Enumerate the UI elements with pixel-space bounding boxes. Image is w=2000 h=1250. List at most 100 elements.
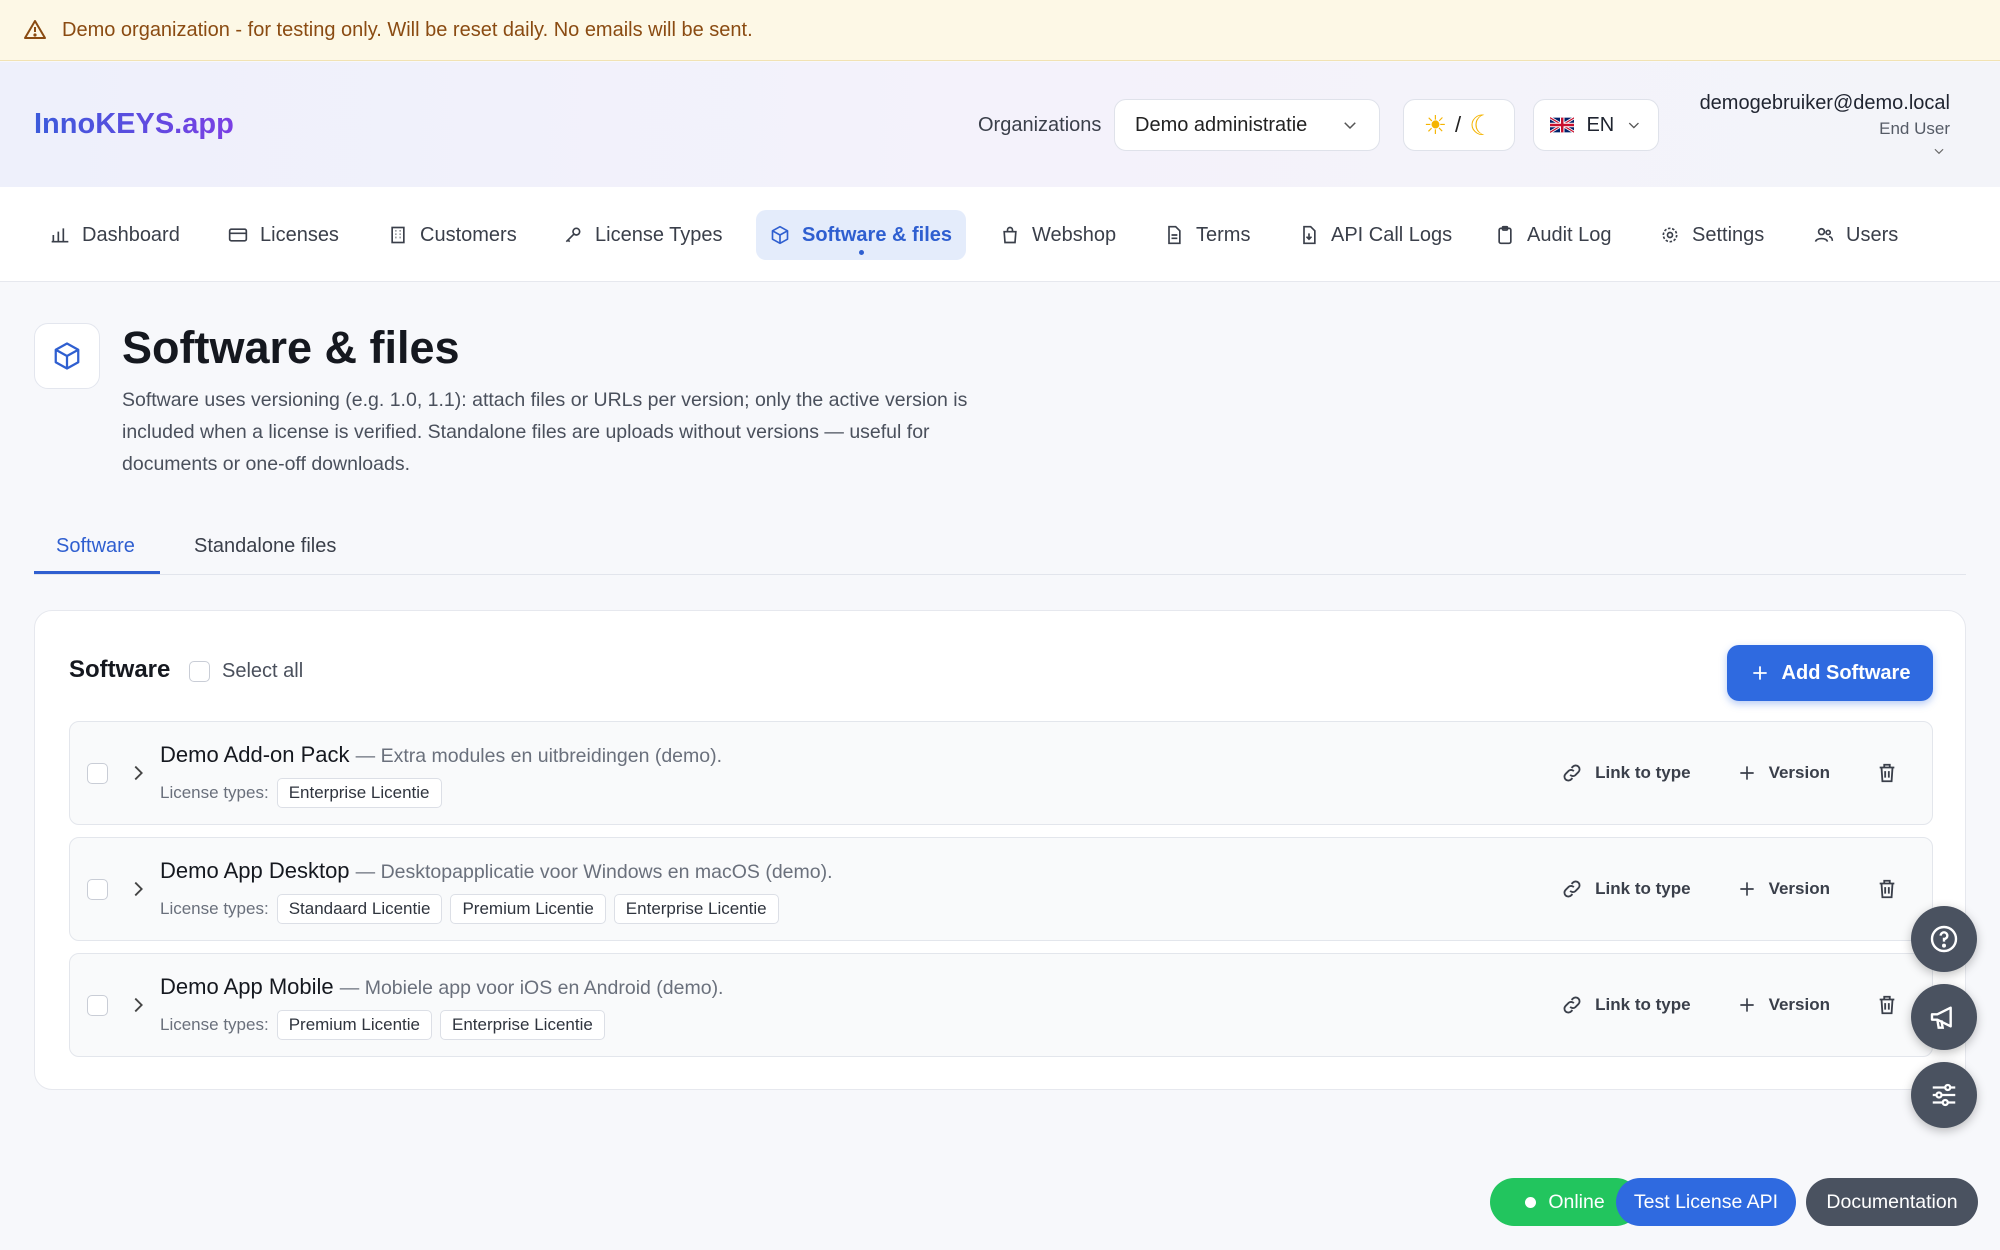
delete-button[interactable] <box>1876 878 1898 900</box>
trash-icon <box>1879 879 1895 899</box>
add-version-button[interactable]: Version <box>1737 763 1830 783</box>
language-value: EN <box>1586 113 1615 136</box>
shopping-bag-icon <box>1003 226 1017 244</box>
delete-button[interactable] <box>1876 762 1898 784</box>
add-software-button[interactable]: Add Software <box>1727 645 1933 701</box>
top-header: InnoKEYS.app Organizations Demo administ… <box>0 62 2000 187</box>
trash-icon <box>1879 763 1895 783</box>
license-type-chip: Standaard Licentie <box>276 894 443 924</box>
nav-users[interactable]: Users <box>1800 210 1912 260</box>
warning-triangle-icon <box>24 20 46 39</box>
nav-label: API Call Logs <box>1331 223 1453 246</box>
add-version-button[interactable]: Version <box>1737 879 1830 899</box>
plus-icon <box>1739 882 1754 896</box>
user-email[interactable]: demogebruiker@demo.local <box>1700 92 1950 115</box>
select-all[interactable]: Select all <box>189 660 303 683</box>
nav-label: Dashboard <box>82 223 180 246</box>
license-types: License types: Standaard Licentie Premiu… <box>160 894 779 924</box>
active-tab-underline <box>34 571 160 574</box>
row-checkbox[interactable] <box>87 879 108 900</box>
tab-software[interactable]: Software <box>56 535 135 558</box>
user-menu-chevron-icon[interactable] <box>1932 144 1946 158</box>
add-version-button[interactable]: Version <box>1737 995 1830 1015</box>
nav-webshop[interactable]: Webshop <box>986 210 1130 260</box>
link-to-type-button[interactable]: Link to type <box>1561 878 1691 900</box>
gear-icon <box>1662 227 1678 243</box>
announcements-button[interactable] <box>1911 984 1977 1050</box>
license-type-chip: Enterprise Licentie <box>276 778 442 808</box>
license-type-chip: Enterprise Licentie <box>613 894 779 924</box>
software-name-line: Demo Add-on Pack — Extra modules en uitb… <box>160 742 722 768</box>
test-license-api-button[interactable]: Test License API <box>1616 1178 1796 1226</box>
nav-label: Webshop <box>1032 223 1117 246</box>
software-name[interactable]: Demo App Mobile <box>160 974 334 999</box>
help-button[interactable] <box>1911 906 1977 972</box>
nav-label: Users <box>1846 223 1899 246</box>
nav-licenses[interactable]: Licenses <box>214 210 353 260</box>
nav-terms[interactable]: Terms <box>1150 210 1264 260</box>
chevron-right-icon[interactable] <box>127 762 149 784</box>
nav-label: Settings <box>1692 223 1765 246</box>
software-name[interactable]: Demo Add-on Pack <box>160 742 350 767</box>
card-title: Software <box>69 656 171 683</box>
page-title: Software & files <box>122 322 460 373</box>
select-all-checkbox[interactable] <box>189 661 210 682</box>
nav-software-files[interactable]: Software & files <box>756 210 967 260</box>
active-indicator <box>859 250 865 255</box>
software-description: — Desktopapplicatie voor Windows en macO… <box>355 861 833 883</box>
organization-select[interactable]: Demo administratie <box>1114 99 1380 151</box>
software-name-line: Demo App Desktop — Desktopapplicatie voo… <box>160 858 833 884</box>
license-type-chip: Premium Licentie <box>276 1010 433 1040</box>
nav-api-call-logs[interactable]: API Call Logs <box>1285 210 1466 260</box>
license-types-label: License types: <box>160 783 269 802</box>
demo-banner: Demo organization - for testing only. Wi… <box>0 0 2000 61</box>
nav-label: Audit Log <box>1527 223 1612 246</box>
software-description: — Mobiele app voor iOS en Android (demo)… <box>339 977 724 999</box>
link-to-type-label: Link to type <box>1595 879 1691 898</box>
add-version-label: Version <box>1768 763 1830 782</box>
theme-toggle-button[interactable]: ☀ / ☾ <box>1403 99 1515 151</box>
users-icon <box>1814 227 1834 242</box>
banner-text: Demo organization - for testing only. Wi… <box>62 18 753 41</box>
box-icon <box>771 225 789 245</box>
software-card: Software Select all Add Software Demo Ad… <box>34 610 1966 1090</box>
nav-audit-log[interactable]: Audit Log <box>1481 210 1626 260</box>
software-name-line: Demo App Mobile — Mobiele app voor iOS e… <box>160 974 723 1000</box>
nav-license-types[interactable]: License Types <box>549 210 737 260</box>
license-types: License types: Premium Licentie Enterpri… <box>160 1010 605 1040</box>
software-description: — Extra modules en uitbreidingen (demo). <box>355 745 723 767</box>
software-row: Demo App Mobile — Mobiele app voor iOS e… <box>69 953 1933 1057</box>
row-actions: Link to type Version <box>1561 722 1932 824</box>
link-icon <box>1563 880 1581 898</box>
chevron-right-icon[interactable] <box>127 994 149 1016</box>
app-logo[interactable]: InnoKEYS.app <box>34 108 234 141</box>
file-text-icon <box>1168 225 1181 245</box>
nav-settings[interactable]: Settings <box>1646 210 1778 260</box>
link-to-type-label: Link to type <box>1595 763 1691 782</box>
software-row: Demo App Desktop — Desktopapplicatie voo… <box>69 837 1933 941</box>
link-to-type-button[interactable]: Link to type <box>1561 762 1691 784</box>
nav-customers[interactable]: Customers <box>374 210 531 260</box>
plus-icon <box>1739 766 1754 780</box>
box-icon <box>54 342 80 370</box>
select-all-label: Select all <box>222 660 304 682</box>
row-actions: Link to type Version <box>1561 954 1932 1056</box>
language-select[interactable]: EN <box>1533 99 1659 151</box>
link-to-type-button[interactable]: Link to type <box>1561 994 1691 1016</box>
row-checkbox[interactable] <box>87 763 108 784</box>
preferences-button[interactable] <box>1911 1062 1977 1128</box>
software-name[interactable]: Demo App Desktop <box>160 858 350 883</box>
add-software-label: Add Software <box>1781 661 1911 684</box>
credit-card-icon <box>228 228 248 242</box>
delete-button[interactable] <box>1876 994 1898 1016</box>
nav-dashboard[interactable]: Dashboard <box>36 210 194 260</box>
nav-label: Software & files <box>802 223 953 246</box>
moon-icon: ☾ <box>1469 109 1495 141</box>
tab-standalone-files[interactable]: Standalone files <box>194 535 336 558</box>
row-checkbox[interactable] <box>87 995 108 1016</box>
add-version-label: Version <box>1768 995 1830 1014</box>
license-types-label: License types: <box>160 899 269 918</box>
file-download-icon <box>1303 225 1316 245</box>
documentation-button[interactable]: Documentation <box>1806 1178 1978 1226</box>
chevron-right-icon[interactable] <box>127 878 149 900</box>
